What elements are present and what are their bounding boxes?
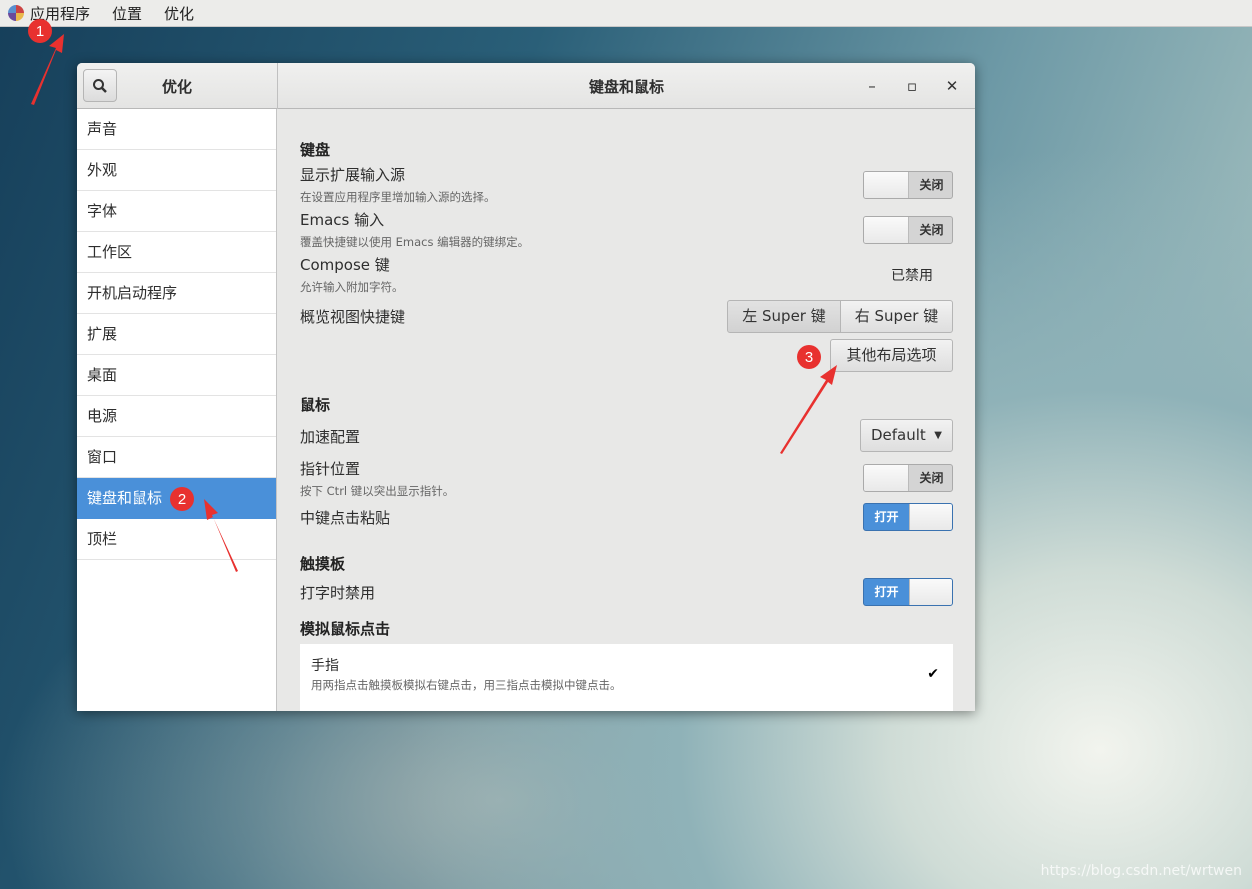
annotation-overlay: 1 2 3 [28,19,837,572]
annotation-arrow-3 [780,365,837,454]
annotation-arrow-2 [204,499,238,572]
annotation-label-1: 1 [36,23,44,40]
watermark: https://blog.csdn.net/wrtwen [1040,863,1242,879]
annotation-label-2: 2 [178,491,186,508]
annotation-arrow-1 [31,34,64,105]
annotation-label-3: 3 [805,349,813,366]
